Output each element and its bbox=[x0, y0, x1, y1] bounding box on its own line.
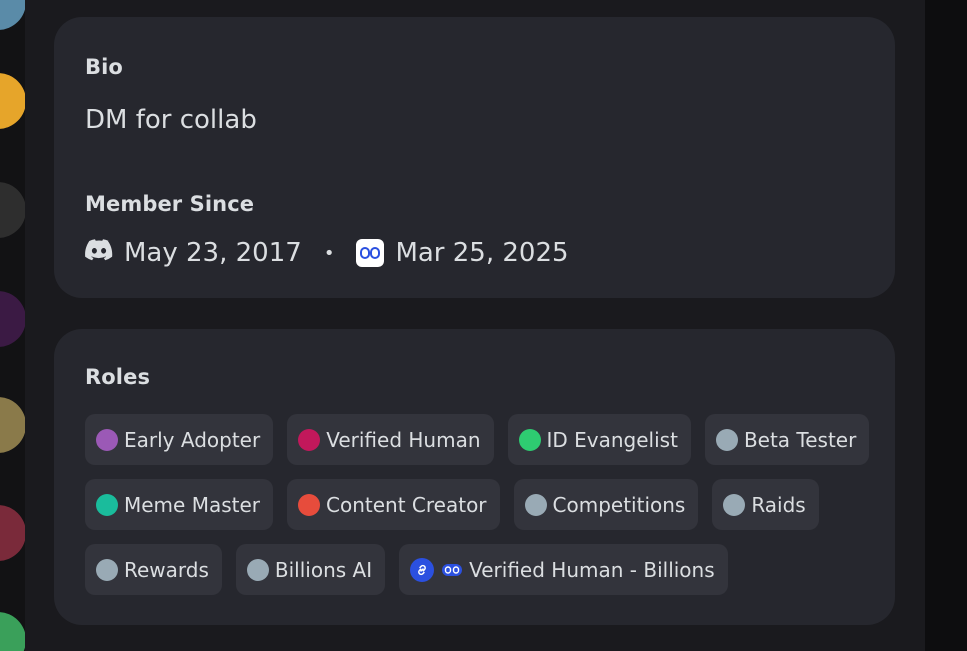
role-pill[interactable]: Content Creator bbox=[287, 479, 500, 530]
role-label: Competitions bbox=[552, 492, 686, 517]
role-color-dot bbox=[518, 428, 541, 451]
server-avatar[interactable] bbox=[0, 397, 25, 453]
role-color-dot bbox=[723, 493, 746, 516]
server-avatar[interactable] bbox=[0, 612, 25, 651]
roles-row: Rewards Billions AI Verified Human - Bil… bbox=[85, 544, 875, 595]
role-label: Beta Tester bbox=[743, 427, 857, 452]
server-avatar[interactable] bbox=[0, 291, 25, 347]
role-label: Meme Master bbox=[124, 492, 261, 517]
role-label: Raids bbox=[751, 492, 806, 517]
billions-logo-icon bbox=[440, 561, 464, 579]
role-color-dot bbox=[96, 493, 118, 516]
role-color-dot bbox=[298, 428, 321, 451]
right-gutter bbox=[925, 0, 967, 651]
role-color-dot bbox=[524, 493, 547, 516]
server-avatar[interactable] bbox=[0, 0, 25, 30]
role-label: Content Creator bbox=[326, 492, 487, 517]
roles-row: Early Adopter Verified Human ID Evangeli… bbox=[85, 414, 875, 465]
server-rail bbox=[0, 0, 25, 651]
role-color-dot bbox=[96, 428, 118, 451]
role-label: ID Evangelist bbox=[546, 427, 678, 452]
role-label: Rewards bbox=[124, 557, 209, 582]
role-label: Billions AI bbox=[274, 557, 373, 582]
role-color-dot bbox=[246, 558, 269, 581]
role-pill[interactable]: Beta Tester bbox=[704, 414, 870, 465]
server-join-date: Mar 25, 2025 bbox=[395, 238, 569, 268]
role-pill[interactable]: Rewards bbox=[85, 544, 222, 595]
roles-heading: Roles bbox=[85, 365, 151, 389]
roles-row: Meme Master Content Creator Competitions… bbox=[85, 479, 875, 530]
role-pill[interactable]: Raids bbox=[712, 479, 819, 530]
roles-list: Early Adopter Verified Human ID Evangeli… bbox=[85, 414, 875, 609]
discord-logo-icon bbox=[85, 238, 113, 268]
bio-heading: Bio bbox=[85, 55, 123, 79]
server-avatar[interactable] bbox=[0, 505, 25, 561]
separator-dot: • bbox=[323, 242, 335, 264]
role-label: Verified Human bbox=[326, 427, 481, 452]
role-pill[interactable]: Billions AI bbox=[235, 544, 386, 595]
role-pill[interactable]: ID Evangelist bbox=[507, 414, 691, 465]
bio-text: DM for collab bbox=[85, 105, 257, 135]
server-avatar[interactable] bbox=[0, 73, 25, 129]
server-avatar[interactable] bbox=[0, 182, 25, 238]
server-icon bbox=[356, 239, 385, 267]
member-since-heading: Member Since bbox=[85, 192, 255, 216]
member-since-row: May 23, 2017 • Mar 25, 2025 bbox=[85, 235, 569, 271]
link-icon bbox=[410, 557, 435, 582]
role-pill[interactable]: Early Adopter bbox=[85, 414, 274, 465]
role-color-dot bbox=[298, 493, 321, 516]
discord-join-date: May 23, 2017 bbox=[124, 238, 302, 268]
role-pill[interactable]: Competitions bbox=[513, 479, 699, 530]
bio-card: Bio DM for collab Member Since May 23, 2… bbox=[54, 17, 895, 298]
role-label: Verified Human - Billions bbox=[469, 557, 715, 582]
role-pill[interactable]: Verified Human bbox=[287, 414, 494, 465]
role-color-dot bbox=[715, 428, 738, 451]
role-label: Early Adopter bbox=[124, 427, 261, 452]
roles-card: Roles Early Adopter Verified Human ID Ev… bbox=[54, 329, 895, 625]
role-color-dot bbox=[96, 558, 118, 581]
role-pill[interactable]: Verified Human - Billions bbox=[399, 544, 728, 595]
role-pill[interactable]: Meme Master bbox=[85, 479, 274, 530]
